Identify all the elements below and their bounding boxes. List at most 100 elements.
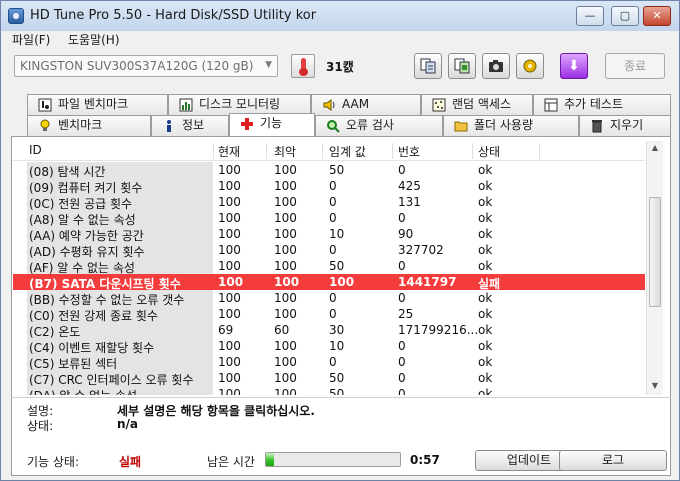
raw-data-value: 171799216... (398, 323, 479, 337)
table-row[interactable]: (AA) 예약 가능한 공간 100 100 10 90 ok (13, 226, 645, 243)
scroll-up-icon[interactable]: ▲ (647, 141, 663, 155)
app-window: HD Tune Pro 5.50 - Hard Disk/SSD Utility… (0, 0, 680, 481)
drive-select[interactable]: KINGSTON SUV300S37A120G (120 gB) ▼ (14, 55, 278, 77)
trash-icon (592, 120, 602, 133)
table-row[interactable]: (C7) CRC 인터페이스 오류 횟수 100 100 50 0 ok (13, 370, 645, 387)
status-value: ok (478, 355, 493, 369)
vertical-scrollbar[interactable]: ▲ ▼ (646, 141, 663, 395)
menu-help[interactable]: 도움말(H) (68, 31, 120, 48)
column-header-status[interactable]: 상태 (478, 143, 500, 160)
worst-value: 100 (274, 243, 297, 257)
tab-file-benchmark[interactable]: 파일 벤치마크 (27, 94, 168, 115)
table-row[interactable]: (09) 컴퓨터 켜기 횟수 100 100 0 425 ok (13, 178, 645, 195)
tab-extra-tests[interactable]: 추가 테스트 (533, 94, 671, 115)
tab-row-bottom: 벤치마크 정보 기능 오류 검사 폴더 사용량 지우기 (11, 113, 671, 136)
raw-data-value: 327702 (398, 243, 444, 257)
worst-value: 100 (274, 291, 297, 305)
raw-data-value: 0 (398, 355, 406, 369)
tab-health[interactable]: 기능 (229, 113, 315, 136)
attribute-id: (C5) 보류된 섹터 (27, 354, 213, 371)
raw-data-value: 0 (398, 371, 406, 385)
table-row[interactable]: (08) 탐색 시간 100 100 50 0 ok (13, 162, 645, 179)
smart-table: ID 현재 최악 임계 값 번호 상태 (08) 탐색 시간 100 100 50 0 o… (13, 141, 661, 395)
raw-data-value: 1441797 (398, 275, 457, 289)
current-value: 100 (218, 371, 241, 385)
column-header-worst[interactable]: 최악 (274, 143, 296, 160)
log-button[interactable]: 로그 (559, 450, 667, 471)
status-value: ok (478, 211, 493, 225)
column-header-threshold[interactable]: 임계 값 (329, 143, 366, 160)
worst-value: 100 (274, 355, 297, 369)
tab-error-scan[interactable]: 오류 검사 (315, 115, 443, 136)
table-row[interactable]: (DA) 알 수 없는 속성 100 100 50 0 ok (13, 386, 645, 395)
progress-bar (265, 452, 401, 467)
current-value: 100 (218, 275, 244, 289)
exit-button[interactable]: 종료 (605, 53, 665, 79)
worst-value: 100 (274, 227, 297, 241)
screenshot-button[interactable] (482, 53, 510, 79)
temperature-value: 31캜 (326, 60, 354, 74)
attribute-id: (C0) 전원 강제 종료 횟수 (27, 306, 213, 323)
info-icon (167, 120, 171, 132)
column-header-id[interactable]: ID (29, 143, 42, 157)
table-row[interactable]: (AD) 수평화 유지 횟수 100 100 0 327702 ok (13, 242, 645, 259)
thermometer-icon (291, 54, 315, 78)
tab-folder-usage[interactable]: 폴더 사용량 (443, 115, 579, 136)
raw-data-value: 131 (398, 195, 421, 209)
attribute-id: (08) 탐색 시간 (27, 162, 213, 179)
scroll-down-icon[interactable]: ▼ (647, 379, 663, 393)
status-value: ok (478, 323, 493, 337)
worst-value: 100 (274, 275, 300, 289)
tab-random-access[interactable]: 랜덤 액세스 (421, 94, 533, 115)
menu-file[interactable]: 파일(F) (12, 31, 50, 48)
tab-benchmark[interactable]: 벤치마크 (27, 115, 151, 136)
tab-disk-monitor[interactable]: 디스크 모니터링 (168, 94, 311, 115)
minimize-button[interactable]: — (576, 6, 604, 26)
table-header: ID 현재 최악 임계 값 번호 상태 (13, 141, 645, 161)
status-value: ok (478, 259, 493, 273)
table-row[interactable]: (C2) 온도 69 60 30 171799216... ok (13, 322, 645, 339)
current-value: 100 (218, 195, 241, 209)
tab-aam[interactable]: AAM (311, 94, 421, 115)
health-status-value: 실패 (119, 455, 142, 469)
table-row[interactable]: (BB) 수정할 수 없는 오류 갯수 100 100 0 0 ok (13, 290, 645, 307)
raw-data-value: 0 (398, 211, 406, 225)
close-button[interactable]: ✕ (643, 6, 671, 26)
worst-value: 100 (274, 371, 297, 385)
tab-info[interactable]: 정보 (151, 115, 229, 136)
table-row[interactable]: (C5) 보류된 섹터 100 100 0 0 ok (13, 354, 645, 371)
tab-label: 랜덤 액세스 (452, 97, 512, 111)
raw-data-value: 0 (398, 387, 406, 395)
tab-label: 정보 (182, 118, 205, 132)
tab-label: 오류 검사 (346, 118, 394, 132)
scrollbar-thumb[interactable] (649, 197, 661, 307)
threshold-value: 0 (329, 307, 337, 321)
table-row[interactable]: (AF) 알 수 없는 속성 100 100 50 0 ok (13, 258, 645, 275)
table-row[interactable]: (0C) 전원 공급 횟수 100 100 0 131 ok (13, 194, 645, 211)
copy-screen-button[interactable] (448, 53, 476, 79)
benchmark-bulb-icon (40, 119, 50, 131)
table-row[interactable]: (B7) SATA 다운시프팅 횟수 100 100 100 1441797 실패 (13, 274, 645, 291)
attribute-id: (A8) 알 수 없는 속성 (27, 210, 213, 227)
tab-erase[interactable]: 지우기 (579, 115, 671, 136)
raw-data-value: 0 (398, 163, 406, 177)
description-value: 세부 설명은 해당 항목을 클릭하십시오. (117, 404, 315, 418)
remaining-time-label: 남은 시간 (207, 455, 255, 469)
current-value: 100 (218, 339, 241, 353)
current-value: 100 (218, 227, 241, 241)
attribute-id: (B7) SATA 다운시프팅 횟수 (27, 274, 213, 291)
raw-data-value: 0 (398, 259, 406, 273)
column-header-data[interactable]: 번호 (398, 143, 420, 160)
attribute-id: (DA) 알 수 없는 속성 (27, 386, 213, 395)
options-button[interactable] (516, 53, 544, 79)
health-cross-icon (241, 118, 253, 130)
table-row[interactable]: (A8) 알 수 없는 속성 100 100 0 0 ok (13, 210, 645, 227)
maximize-button[interactable]: ▢ (611, 6, 639, 26)
column-header-current[interactable]: 현재 (218, 143, 240, 160)
worst-value: 100 (274, 307, 297, 321)
table-row[interactable]: (C4) 이벤트 재할당 횟수 100 100 10 0 ok (13, 338, 645, 355)
table-row[interactable]: (C0) 전원 강제 종료 횟수 100 100 0 25 ok (13, 306, 645, 323)
tab-label: 지우기 (610, 118, 644, 132)
save-download-button[interactable]: ⬇ (560, 53, 588, 79)
copy-info-button[interactable] (414, 53, 442, 79)
